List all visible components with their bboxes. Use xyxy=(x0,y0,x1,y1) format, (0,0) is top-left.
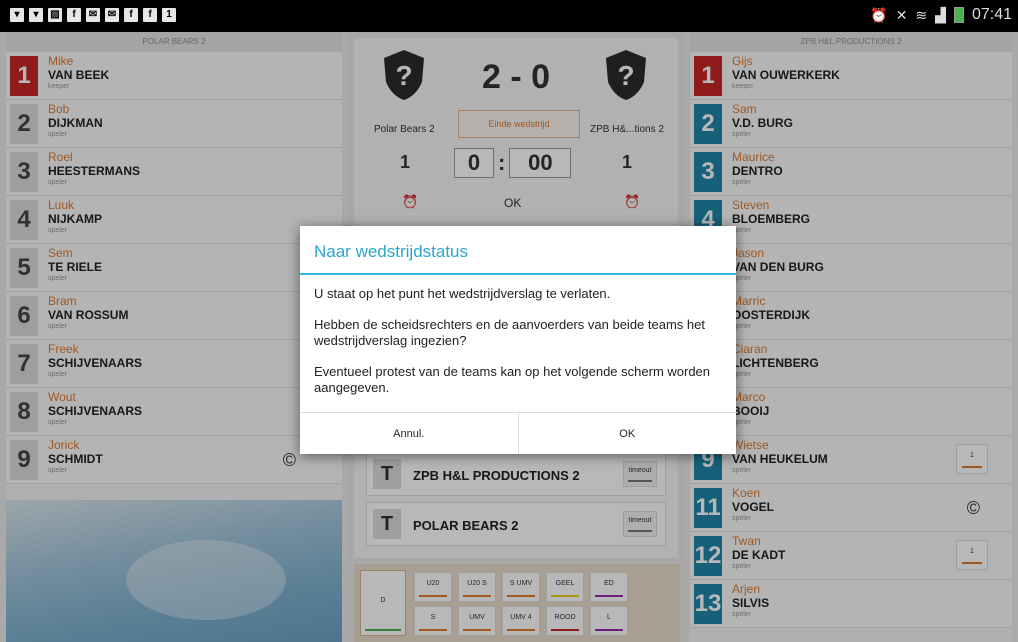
dialog-paragraph-2: Hebben de scheidsrechters en de aanvoerd… xyxy=(314,317,705,348)
notification-icons: ▾ ▾ ▨ f ✉ ✉ f f 1 xyxy=(10,8,176,22)
image-icon: ▨ xyxy=(48,8,62,22)
status-bar: ▾ ▾ ▨ f ✉ ✉ f f 1 ⏰ ✕ ≋ ▟ 07:41 xyxy=(0,0,1018,32)
system-icons: ⏰ ✕ ≋ ▟ 07:41 xyxy=(870,6,1012,24)
dialog-message: U staat op het punt het wedstrijdverslag… xyxy=(314,286,724,411)
mail-icon: ✉ xyxy=(86,8,100,22)
dialog-paragraph-1: U staat op het punt het wedstrijdverslag… xyxy=(314,286,611,301)
mail-icon: ✉ xyxy=(105,8,119,22)
alarm-icon: ⏰ xyxy=(870,6,888,23)
facebook-icon: f xyxy=(124,8,138,22)
signal-icon: ▟ xyxy=(935,6,946,23)
battery-icon xyxy=(953,7,964,23)
ok-button[interactable]: OK xyxy=(517,413,737,454)
clock-time: 07:41 xyxy=(971,6,1012,23)
message-icon: ▾ xyxy=(29,8,43,22)
dialog-paragraph-3: Eventueel protest van de teams kan op he… xyxy=(314,364,711,395)
dialog-title-divider xyxy=(300,273,736,275)
facebook-icon: f xyxy=(67,8,81,22)
calendar-icon: 1 xyxy=(162,8,176,22)
cancel-button[interactable]: Annul. xyxy=(300,413,518,454)
dialog-buttons: Annul. OK xyxy=(300,412,736,454)
mute-icon: ✕ xyxy=(895,6,908,23)
dialog-title: Naar wedstrijdstatus xyxy=(314,242,469,261)
message-icon: ▾ xyxy=(10,8,24,22)
facebook-icon: f xyxy=(143,8,157,22)
wifi-icon: ≋ xyxy=(915,6,928,23)
confirm-dialog: Naar wedstrijdstatus U staat op het punt… xyxy=(300,226,736,454)
